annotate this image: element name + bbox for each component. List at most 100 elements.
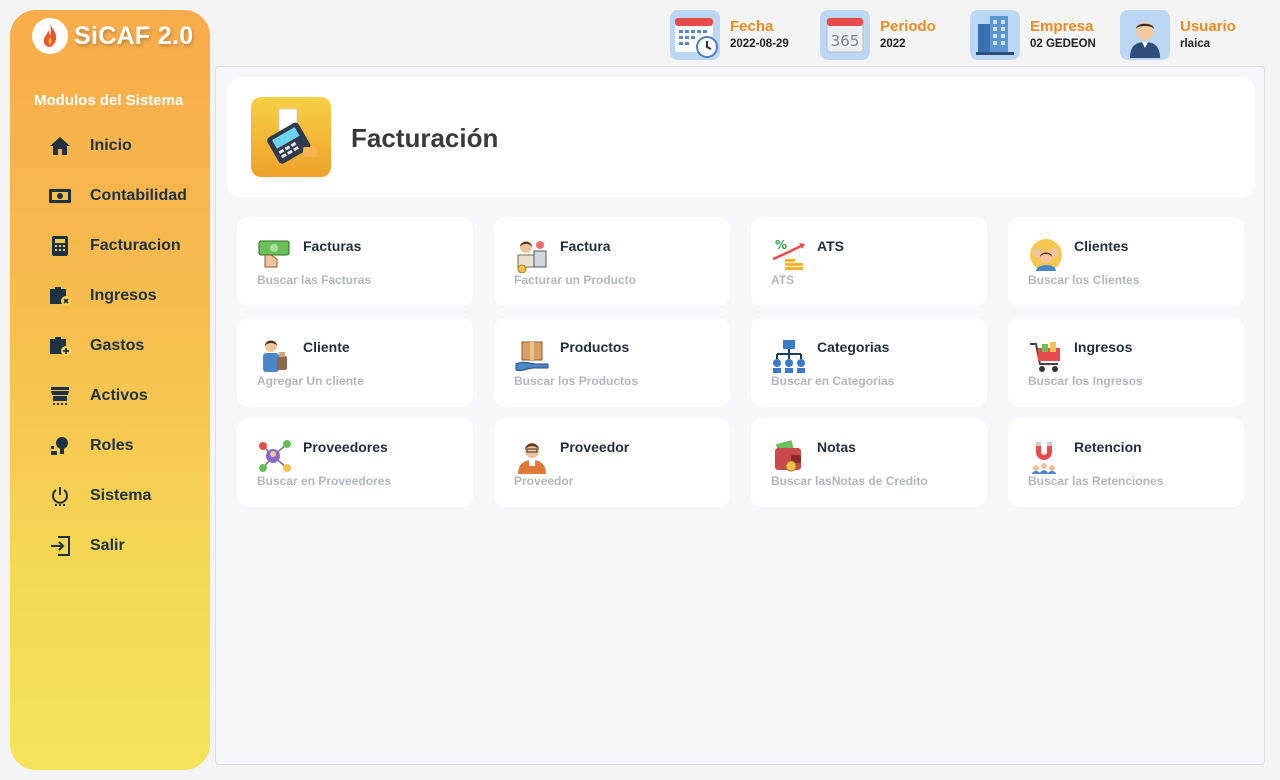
card-subtitle: ATS <box>771 273 795 287</box>
product-box-icon <box>514 338 550 374</box>
card-title: Proveedores <box>303 439 388 455</box>
sidebar-item-salir[interactable]: Salir <box>10 521 210 571</box>
card-title: Clientes <box>1074 238 1129 254</box>
money-icon <box>48 184 72 208</box>
svg-text:%: % <box>775 238 787 252</box>
card-factura[interactable]: Factura Facturar un Producto <box>494 217 730 306</box>
sidebar-item-roles[interactable]: Roles <box>10 421 210 471</box>
sidebar-item-label: Sistema <box>90 487 152 504</box>
svg-text:365: 365 <box>831 32 860 50</box>
card-title: Notas <box>817 439 856 455</box>
header-fecha[interactable]: Fecha 2022-08-29 <box>670 10 789 60</box>
page-title: Facturación <box>351 123 499 153</box>
sidebar-item-gastos[interactable]: Gastos <box>10 321 210 371</box>
calendar-clock-icon <box>670 10 720 60</box>
card-subtitle: Buscar en Proveedores <box>257 474 392 488</box>
card-title: Facturas <box>303 238 362 254</box>
briefcase-x-icon <box>48 284 72 308</box>
user-avatar-icon <box>1120 10 1170 60</box>
wallet-icon <box>771 438 807 474</box>
power-icon <box>48 484 72 508</box>
empresa-label: Empresa <box>1030 18 1094 35</box>
periodo-label: Periodo <box>880 18 936 35</box>
building-icon <box>970 10 1020 60</box>
card-clientes[interactable]: Clientes Buscar los Clientes <box>1008 217 1244 306</box>
card-title: ATS <box>817 238 844 254</box>
card-title: Cliente <box>303 339 350 355</box>
header-periodo[interactable]: 365 Periodo 2022 <box>820 10 936 60</box>
cashier-icon <box>514 237 550 274</box>
card-productos[interactable]: Productos Buscar los Productos <box>494 318 730 407</box>
main-panel: Facturación Facturas Buscar las Facturas… <box>215 66 1265 765</box>
sidebar-item-facturacion[interactable]: Facturacion <box>10 221 210 271</box>
card-title: Categorias <box>817 339 890 355</box>
sidebar-item-sistema[interactable]: Sistema <box>10 471 210 521</box>
card-notas[interactable]: Notas Buscar lasNotas de Credito <box>751 418 987 507</box>
sidebar-item-label: Contabilidad <box>90 187 187 204</box>
briefcase-plus-icon <box>48 334 72 358</box>
card-facturas[interactable]: Facturas Buscar las Facturas <box>237 217 473 306</box>
shopping-cart-icon <box>1028 338 1064 374</box>
card-proveedor[interactable]: Proveedor Proveedor <box>494 418 730 507</box>
page-header-card: Facturación <box>227 77 1255 197</box>
sidebar-item-contabilidad[interactable]: Contabilidad <box>10 171 210 221</box>
fecha-value: 2022-08-29 <box>730 38 789 50</box>
usuario-label: Usuario <box>1180 18 1236 35</box>
hierarchy-icon <box>771 338 807 374</box>
header-empresa[interactable]: Empresa 02 GEDEON <box>970 10 1096 60</box>
card-ats[interactable]: % ATS ATS <box>751 217 987 306</box>
calendar-365-icon: 365 <box>820 10 870 60</box>
sidebar-item-label: Activos <box>90 387 148 404</box>
card-retencion[interactable]: Retencion Buscar las Retenciones <box>1008 418 1244 507</box>
card-ingresos[interactable]: Ingresos Buscar los Ingresos <box>1008 318 1244 407</box>
supplier-person-icon <box>514 438 550 474</box>
sidebar-item-label: Gastos <box>90 337 145 354</box>
sidebar-item-label: Facturacion <box>90 237 181 254</box>
fecha-label: Fecha <box>730 18 774 35</box>
sidebar-item-inicio[interactable]: Inicio <box>10 121 210 171</box>
modules-section-title: Modulos del Sistema <box>34 92 184 109</box>
sidebar-item-label: Inicio <box>90 137 132 154</box>
card-subtitle: Agregar Un cliente <box>257 374 364 388</box>
app-title: SiCAF 2.0 <box>74 21 194 50</box>
sidebar-item-label: Roles <box>90 437 134 454</box>
sidebar-item-label: Salir <box>90 537 125 554</box>
flame-logo-icon <box>32 18 68 54</box>
store-icon <box>48 384 72 408</box>
clients-group-icon <box>1028 237 1064 273</box>
exit-icon <box>48 534 72 558</box>
card-subtitle: Buscar los Productos <box>514 374 639 388</box>
sidebar-nav: Inicio Contabilidad Facturacion Ingresos… <box>10 121 210 571</box>
card-subtitle: Buscar las Facturas <box>257 273 372 287</box>
empresa-value: 02 GEDEON <box>1030 38 1096 50</box>
card-cliente[interactable]: Cliente Agregar Un cliente <box>237 318 473 407</box>
card-title: Retencion <box>1074 439 1142 455</box>
card-subtitle: Buscar los Clientes <box>1028 273 1140 287</box>
cash-hand-icon <box>257 237 293 273</box>
card-subtitle: Buscar lasNotas de Credito <box>771 474 928 488</box>
supplier-network-icon <box>257 438 293 474</box>
sidebar: SiCAF 2.0 Modulos del Sistema Inicio Con… <box>10 10 210 770</box>
header-usuario[interactable]: Usuario rlaica <box>1120 10 1236 60</box>
brand[interactable]: SiCAF 2.0 <box>32 16 193 56</box>
card-subtitle: Facturar un Producto <box>514 273 637 287</box>
customer-icon <box>257 338 293 374</box>
card-title: Proveedor <box>560 439 630 455</box>
card-title: Productos <box>560 339 630 355</box>
card-proveedores[interactable]: Proveedores Buscar en Proveedores <box>237 418 473 507</box>
sidebar-item-label: Ingresos <box>90 287 157 304</box>
magnet-icon <box>1028 438 1064 474</box>
card-categorias[interactable]: Categorias Buscar en Categorias <box>751 318 987 407</box>
card-subtitle: Buscar los Ingresos <box>1028 374 1143 388</box>
card-title: Ingresos <box>1074 339 1133 355</box>
sidebar-item-activos[interactable]: Activos <box>10 371 210 421</box>
usuario-value: rlaica <box>1180 38 1211 50</box>
periodo-value: 2022 <box>880 38 906 50</box>
sidebar-item-ingresos[interactable]: Ingresos <box>10 271 210 321</box>
percent-growth-icon: % <box>771 237 807 273</box>
card-subtitle: Buscar en Categorias <box>771 374 895 388</box>
card-subtitle: Proveedor <box>514 474 574 488</box>
card-subtitle: Buscar las Retenciones <box>1028 474 1164 488</box>
card-title: Factura <box>560 238 611 254</box>
home-icon <box>48 134 72 158</box>
